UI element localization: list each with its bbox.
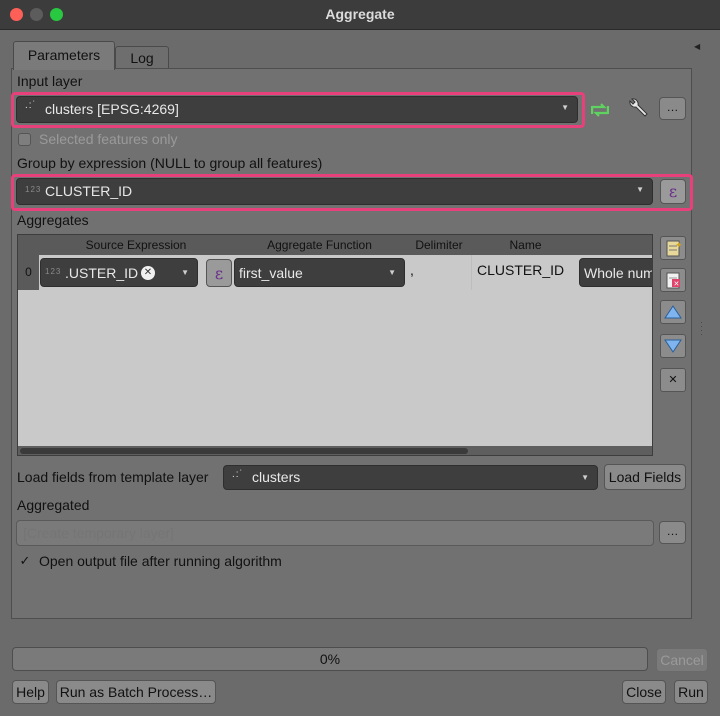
svg-text:✕: ✕ bbox=[674, 280, 680, 288]
epsilon-icon: ε bbox=[668, 182, 678, 201]
output-label: Aggregated bbox=[17, 497, 90, 513]
aggregates-table: Source Expression Aggregate Function Del… bbox=[17, 234, 653, 456]
point-layer-icon: .:˙ bbox=[232, 469, 244, 480]
progress-text: 0% bbox=[319, 651, 341, 667]
splitter-handle-icon[interactable]: · · · · bbox=[700, 318, 703, 339]
scrollbar-thumb[interactable] bbox=[20, 448, 468, 454]
arrow-down-icon bbox=[664, 339, 682, 353]
progress-bar: 0% bbox=[12, 647, 648, 671]
aggregates-label: Aggregates bbox=[17, 212, 89, 228]
reset-fields-button[interactable]: ✕ bbox=[660, 368, 686, 392]
tab-parameters[interactable]: Parameters bbox=[13, 41, 115, 70]
delete-field-icon: ✕ bbox=[666, 272, 680, 289]
chevron-down-icon: ▼ bbox=[581, 473, 589, 482]
row-index: 0 bbox=[18, 255, 39, 290]
field-type-select[interactable]: Whole num bbox=[579, 258, 653, 287]
delimiter-cell[interactable]: , bbox=[408, 255, 472, 290]
open-output-checkbox[interactable]: ✓ bbox=[18, 554, 32, 568]
input-layer-value: clusters [EPSG:4269] bbox=[45, 101, 179, 117]
column-header-delimiter[interactable]: Delimiter bbox=[406, 235, 473, 255]
horizontal-scrollbar[interactable] bbox=[18, 446, 652, 455]
input-layer-label: Input layer bbox=[17, 73, 83, 89]
group-by-label: Group by expression (NULL to group all f… bbox=[17, 155, 323, 171]
ellipsis-icon: … bbox=[666, 100, 679, 114]
run-as-batch-button[interactable]: Run as Batch Process… bbox=[56, 680, 216, 704]
title-bar: Aggregate bbox=[0, 0, 720, 30]
group-by-value: CLUSTER_ID bbox=[45, 183, 133, 199]
column-header-source[interactable]: Source Expression bbox=[39, 235, 234, 255]
point-layer-icon: .:˙ bbox=[25, 100, 37, 111]
selected-features-label: Selected features only bbox=[39, 131, 178, 147]
group-by-expression-field[interactable]: 123 CLUSTER_ID ▼ bbox=[16, 178, 653, 205]
epsilon-icon: ε bbox=[214, 264, 224, 283]
column-header-type[interactable] bbox=[579, 235, 652, 255]
window-title: Aggregate bbox=[325, 6, 395, 22]
row-expression-builder-button[interactable]: ε bbox=[206, 259, 232, 287]
open-output-label: Open output file after running algorithm bbox=[39, 553, 282, 569]
table-row[interactable]: 0 123 .USTER_ID ✕ ▼ ε first_value ▼ , CL… bbox=[18, 255, 653, 290]
column-header-function[interactable]: Aggregate Function bbox=[233, 235, 407, 255]
run-button[interactable]: Run bbox=[674, 680, 708, 704]
column-header-name[interactable]: Name bbox=[472, 235, 580, 255]
output-browse-button[interactable]: … bbox=[659, 521, 686, 544]
template-layer-label: Load fields from template layer bbox=[17, 469, 209, 485]
output-path-input[interactable] bbox=[16, 520, 654, 546]
table-corner bbox=[18, 235, 40, 255]
template-layer-select[interactable]: .:˙ clusters ▼ bbox=[223, 465, 598, 490]
integer-type-icon: 123 bbox=[25, 185, 42, 194]
svg-text:✦: ✦ bbox=[675, 241, 683, 251]
selected-features-checkbox[interactable] bbox=[18, 133, 31, 146]
chevron-down-icon: ▼ bbox=[636, 185, 644, 194]
close-icon: ✕ bbox=[668, 374, 678, 386]
expression-builder-button[interactable]: ε bbox=[660, 179, 686, 204]
input-layer-browse-button[interactable]: … bbox=[659, 97, 686, 120]
load-fields-button[interactable]: Load Fields bbox=[604, 464, 686, 490]
field-type-value: Whole num bbox=[584, 265, 653, 281]
move-down-button[interactable] bbox=[660, 334, 686, 358]
source-expression-field[interactable]: 123 .USTER_ID ✕ ▼ bbox=[40, 258, 198, 287]
close-button[interactable]: Close bbox=[622, 680, 666, 704]
aggregate-function-value: first_value bbox=[239, 265, 303, 281]
input-layer-select[interactable]: .:˙ clusters [EPSG:4269] ▼ bbox=[16, 96, 578, 123]
arrow-up-icon bbox=[664, 305, 682, 319]
aggregate-function-select[interactable]: first_value ▼ bbox=[234, 258, 405, 287]
move-up-button[interactable] bbox=[660, 300, 686, 324]
template-layer-value: clusters bbox=[252, 469, 301, 485]
name-cell[interactable]: CLUSTER_ID bbox=[475, 255, 578, 290]
add-field-button[interactable]: ✦ bbox=[660, 236, 686, 260]
iterate-over-features-icon[interactable] bbox=[588, 98, 612, 122]
collapse-panel-icon[interactable]: ◀ bbox=[694, 42, 700, 51]
cancel-button[interactable]: Cancel bbox=[656, 648, 708, 672]
checkmark-icon: ✓ bbox=[19, 553, 31, 568]
chevron-down-icon: ▼ bbox=[388, 268, 396, 277]
clear-icon[interactable]: ✕ bbox=[141, 266, 155, 280]
add-field-icon: ✦ bbox=[666, 240, 683, 257]
delete-field-button[interactable]: ✕ bbox=[660, 268, 686, 292]
advanced-options-wrench-icon[interactable] bbox=[624, 96, 650, 122]
tab-log[interactable]: Log bbox=[115, 46, 169, 69]
chevron-down-icon: ▼ bbox=[561, 103, 569, 112]
integer-type-icon: 123 bbox=[45, 267, 62, 276]
source-expression-value: .USTER_ID bbox=[65, 265, 139, 281]
help-button[interactable]: Help bbox=[12, 680, 49, 704]
chevron-down-icon: ▼ bbox=[181, 268, 189, 277]
